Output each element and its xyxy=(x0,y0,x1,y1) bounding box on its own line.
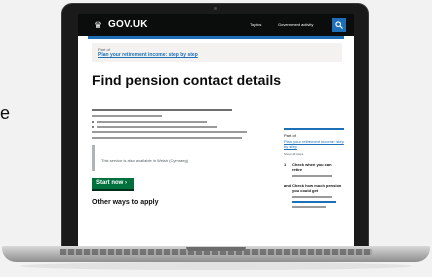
laptop-screen: ♛ GOV.UK Topics Government activity Part… xyxy=(78,14,354,246)
step-detail-line xyxy=(292,206,326,208)
main-content: Part of Plan your retirement income: ste… xyxy=(78,43,354,88)
inset-text: This service is also available in Welsh … xyxy=(92,145,237,171)
header-underline xyxy=(88,36,344,39)
other-ways-heading: Other ways to apply xyxy=(92,199,159,206)
step-detail-line xyxy=(292,196,332,198)
chevron-right-icon: › xyxy=(125,180,128,186)
start-now-button[interactable]: Start now › xyxy=(92,178,134,189)
sidebar-step-link[interactable]: Plan your retirement income: step by ste… xyxy=(284,139,344,149)
paragraph-line xyxy=(92,137,242,139)
paragraph-line xyxy=(92,115,162,117)
step-by-step-sidebar: Part of Plan your retirement income: ste… xyxy=(284,128,344,208)
crown-icon: ♛ xyxy=(94,20,103,30)
list-item xyxy=(92,121,252,123)
step-detail-line xyxy=(292,175,332,177)
show-all-steps[interactable]: Show all steps xyxy=(284,152,344,156)
step-by-step-link[interactable]: Plan your retirement income: step by ste… xyxy=(98,52,336,58)
paragraph-line xyxy=(92,109,232,111)
camera xyxy=(214,7,217,10)
page-title: Find pension contact details xyxy=(92,72,282,88)
breadcrumb: Part of Plan your retirement income: ste… xyxy=(92,43,342,62)
laptop-screen-bezel: ♛ GOV.UK Topics Government activity Part… xyxy=(62,4,368,250)
laptop-shadow xyxy=(20,262,412,270)
search-icon xyxy=(335,21,343,29)
paragraph-line xyxy=(92,131,247,133)
sidebar-part-label: Part of xyxy=(284,133,296,138)
laptop-hinge-notch xyxy=(186,247,246,251)
search-button[interactable] xyxy=(332,18,346,32)
govuk-logo[interactable]: GOV.UK xyxy=(108,19,148,30)
step-detail-link[interactable] xyxy=(292,201,336,203)
topics-menu[interactable]: Topics xyxy=(250,22,261,27)
step-title: Check when you can retire xyxy=(292,162,332,172)
start-button-label: Start now xyxy=(96,180,124,186)
step-item[interactable]: and Check how much pension you could get xyxy=(284,183,344,193)
step-item[interactable]: 1 Check when you can retire xyxy=(284,162,344,172)
govuk-header: ♛ GOV.UK Topics Government activity xyxy=(78,14,354,36)
welsh-service-text: This service is also available in Welsh … xyxy=(101,158,189,163)
cropped-text: e xyxy=(0,103,11,123)
body-column: This service is also available in Welsh … xyxy=(92,109,252,206)
step-title: Check how much pension you could get xyxy=(292,183,342,193)
list-item xyxy=(92,126,252,128)
step-number: 1 xyxy=(284,162,287,167)
step-number: and xyxy=(284,183,292,188)
government-activity-menu[interactable]: Government activity xyxy=(278,22,313,27)
